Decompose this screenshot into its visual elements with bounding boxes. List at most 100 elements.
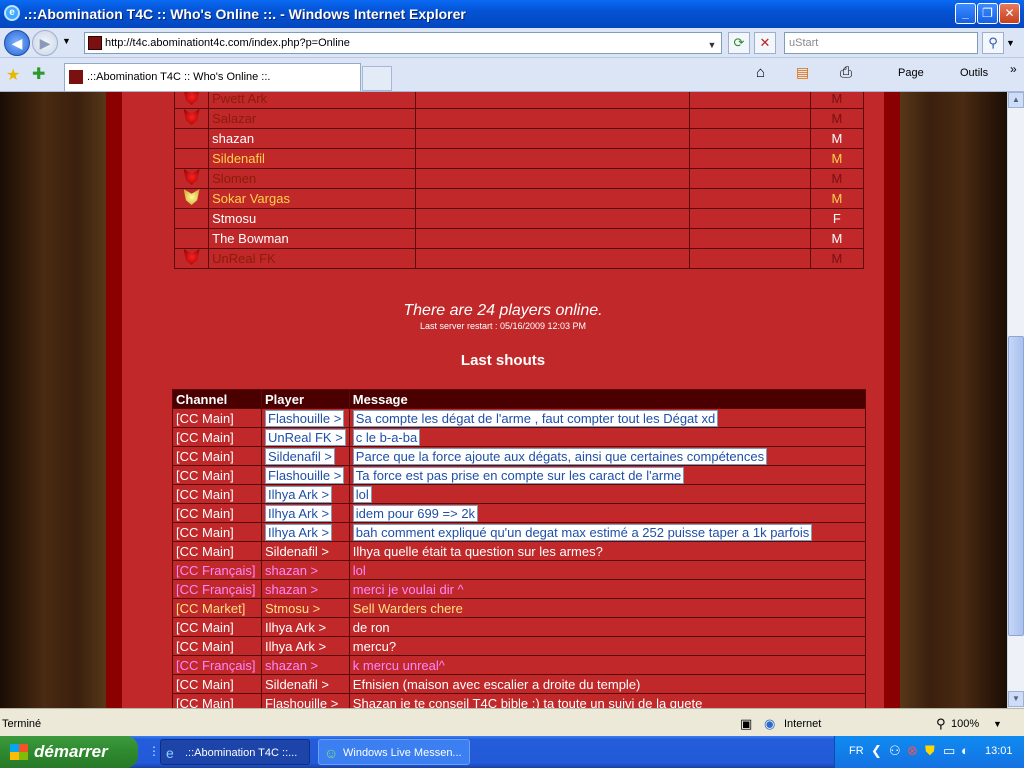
player-icon-cell — [173, 108, 210, 129]
player-name[interactable]: Sildenafil — [208, 148, 417, 169]
player-name[interactable]: Salazar — [208, 108, 417, 129]
zoom-icon[interactable]: ⚲ — [936, 716, 946, 732]
vertical-scrollbar[interactable]: ▲ ▼ — [1007, 92, 1024, 708]
status-bar: Terminé ▣ ◉ Internet ⚲ 100% ▼ — [0, 708, 1024, 736]
red-guild-emblem-icon — [183, 249, 200, 265]
shout-player: Flashouille > — [261, 465, 350, 485]
shout-player: shazan > — [261, 579, 350, 599]
scroll-down-icon[interactable]: ▼ — [1008, 691, 1024, 707]
volume-icon[interactable]: ◐ — [961, 743, 969, 758]
player-icon-cell — [173, 228, 210, 249]
player-sex: M — [809, 108, 865, 129]
shout-message: Shazan je te conseil T4C bible :) ta tou… — [348, 693, 867, 708]
chevron-more-icon[interactable]: » — [1010, 62, 1017, 76]
player-name[interactable]: Stmosu — [208, 208, 417, 229]
player-name[interactable]: UnReal FK — [208, 248, 417, 269]
search-icon[interactable]: ⚲ — [982, 32, 1004, 54]
history-dropdown-icon[interactable]: ▼ — [62, 36, 71, 46]
back-button[interactable]: ◀ — [4, 30, 30, 56]
player-icon-cell — [173, 168, 210, 189]
refresh-icon[interactable]: ⟳ — [728, 32, 750, 54]
shout-message: Sell Warders chere — [348, 598, 867, 618]
player-sex: M — [809, 228, 865, 249]
shout-channel: [CC Main] — [172, 674, 262, 694]
feeds-icon[interactable]: ▤ — [796, 64, 809, 81]
page-menu[interactable]: Page — [898, 67, 924, 79]
player-name[interactable]: shazan — [208, 128, 417, 149]
player-guild-cell — [415, 168, 691, 189]
players-table: Pwett Ark M Salazar Mshazan M Sildenafil M Slom… — [173, 92, 865, 269]
favorites-star-icon[interactable]: ★ — [6, 65, 20, 85]
forward-button[interactable]: ▶ — [32, 30, 58, 56]
player-name[interactable]: The Bowman — [208, 228, 417, 249]
scroll-up-icon[interactable]: ▲ — [1008, 92, 1024, 108]
shout-player-text: Sildenafil > — [265, 447, 335, 465]
shout-message: lol — [348, 560, 867, 580]
shout-row: [CC Main] Flashouille > Shazan je te conse… — [172, 693, 867, 708]
shout-channel: [CC Main] — [172, 427, 262, 447]
shout-row: [CC Main] Ilhya Ark > de ron — [172, 617, 867, 637]
title-bar[interactable]: e .::Abomination T4C :: Who's Online ::.… — [0, 0, 1024, 28]
shout-channel: [CC Main] — [172, 541, 262, 561]
shout-player: Ilhya Ark > — [261, 484, 350, 504]
status-text: Terminé — [2, 718, 42, 730]
server-restart-text: Last server restart : 05/16/2009 12:03 P… — [419, 321, 587, 331]
search-options-icon[interactable]: ▼ — [1006, 38, 1015, 48]
print-icon[interactable]: ⎙ — [840, 64, 852, 81]
player-info-cell — [689, 208, 811, 229]
player-row: Sokar Vargas M — [173, 188, 865, 209]
player-icon-cell — [173, 148, 210, 169]
shout-player-text: Flashouille > — [265, 409, 345, 427]
player-row: Slomen M — [173, 168, 865, 189]
search-input[interactable]: uStart — [784, 32, 978, 54]
minimize-button[interactable]: _ — [955, 3, 976, 24]
monitor-icon[interactable]: ▭ — [943, 743, 955, 759]
shout-message: Efnisien (maison avec escalier a droite … — [348, 674, 867, 694]
shout-channel: [CC Main] — [172, 617, 262, 637]
close-button[interactable]: ✕ — [999, 3, 1020, 24]
tools-menu[interactable]: Outils — [960, 67, 988, 79]
player-name[interactable]: Sokar Vargas — [208, 188, 417, 209]
tray-chevron-icon[interactable]: ❮ — [871, 743, 882, 759]
security-shield-icon[interactable]: ⛊ — [925, 743, 935, 759]
network-icon[interactable]: ⚇ — [889, 743, 901, 759]
start-button[interactable]: démarrer — [0, 736, 138, 768]
shouts-table: Channel Player Message [CC Main] Flashoui… — [172, 389, 867, 708]
tab-whos-online[interactable]: .::Abomination T4C :: Who's Online ::. — [64, 63, 361, 91]
shout-player: Sildenafil > — [261, 541, 350, 561]
taskbar-item-ie[interactable]: e .::Abomination T4C ::... — [160, 739, 310, 765]
new-tab-button[interactable] — [362, 66, 392, 91]
shout-channel: [CC Français] — [172, 579, 262, 599]
home-icon[interactable]: ⌂ — [756, 64, 765, 81]
player-name[interactable]: Slomen — [208, 168, 417, 189]
shout-message-text: idem pour 699 => 2k — [352, 504, 479, 522]
header-channel: Channel — [172, 389, 262, 409]
player-sex: M — [809, 148, 865, 169]
shout-message: Parce que la force ajoute aux dégats, ai… — [348, 446, 867, 466]
header-message: Message — [348, 389, 867, 409]
antivirus-icon[interactable]: ⊗ — [907, 743, 918, 759]
maximize-button[interactable]: ❐ — [977, 3, 998, 24]
stop-icon[interactable]: ✕ — [754, 32, 776, 54]
shout-message: k mercu unreal^ — [348, 655, 867, 675]
last-shouts-title: Last shouts — [460, 352, 546, 369]
zoom-dropdown-icon[interactable]: ▼ — [993, 719, 1002, 729]
address-dropdown-icon[interactable]: ▼ — [705, 35, 719, 51]
language-indicator[interactable]: FR — [849, 745, 864, 757]
address-input[interactable]: http://t4c.abominationt4c.com/index.php?… — [84, 32, 722, 54]
player-row: UnReal FK M — [173, 248, 865, 269]
player-icon-cell — [173, 188, 210, 209]
shout-row: [CC Main] Ilhya Ark > mercu? — [172, 636, 867, 656]
player-name[interactable]: Pwett Ark — [208, 92, 417, 109]
window-title: .::Abomination T4C :: Who's Online ::. -… — [24, 6, 466, 22]
zoom-level[interactable]: 100% — [951, 718, 979, 730]
scroll-thumb[interactable] — [1008, 336, 1024, 636]
player-guild-cell — [415, 248, 691, 269]
add-favorite-icon[interactable]: ✚ — [32, 64, 45, 84]
shout-player: shazan > — [261, 655, 350, 675]
shout-player-text: Ilhya Ark > — [265, 504, 333, 522]
shout-player-text: Ilhya Ark > — [265, 485, 333, 503]
shout-message-text: lol — [352, 485, 372, 503]
shout-channel: [CC Français] — [172, 560, 262, 580]
taskbar-item-messenger[interactable]: ☺ Windows Live Messen... — [318, 739, 470, 765]
